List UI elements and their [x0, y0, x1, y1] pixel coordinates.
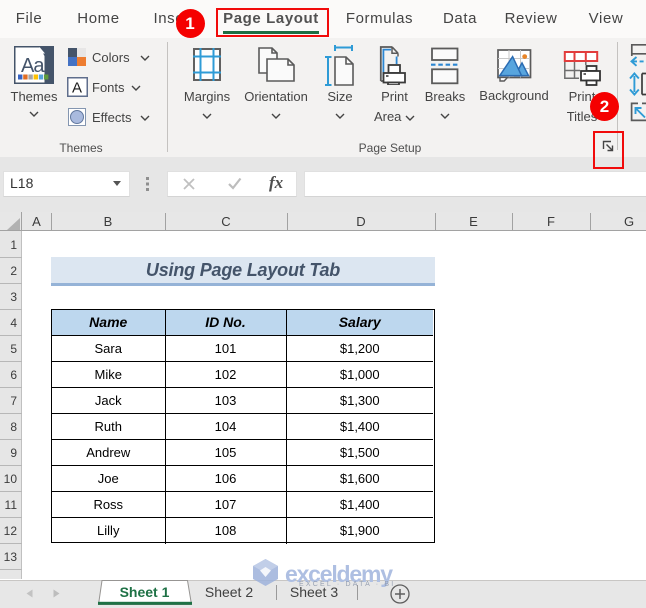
svg-text:Aa: Aa — [21, 55, 45, 77]
svg-text:A: A — [72, 80, 82, 97]
